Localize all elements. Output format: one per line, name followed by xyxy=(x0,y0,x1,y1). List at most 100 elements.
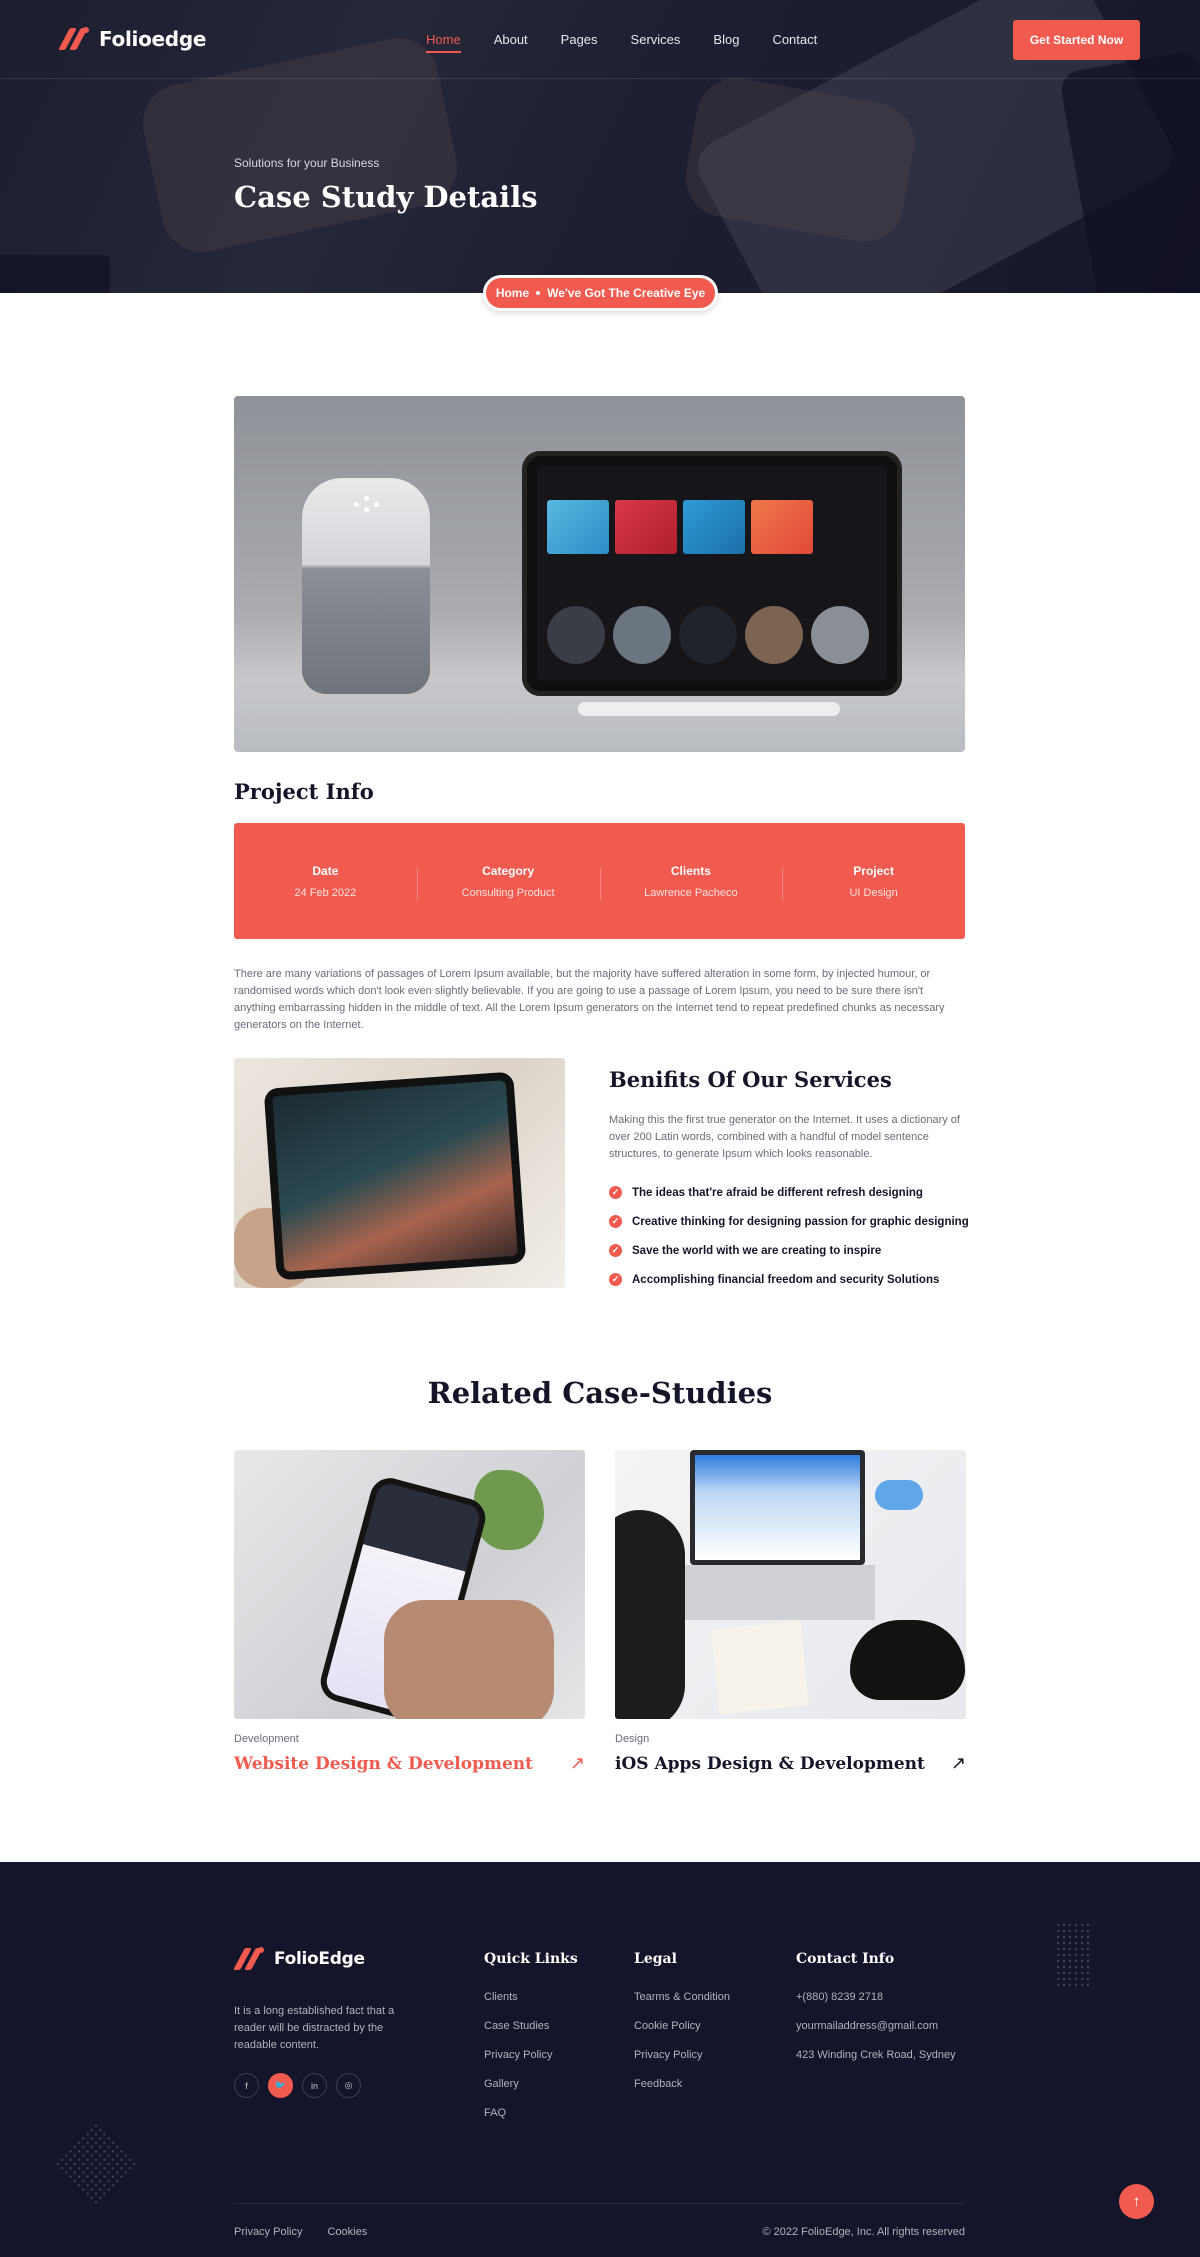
nav-contact[interactable]: Contact xyxy=(772,32,817,47)
benefit-text: Creative thinking for designing passion … xyxy=(632,1215,969,1228)
get-started-button[interactable]: Get Started Now xyxy=(1013,20,1140,60)
decorative-dot-grid xyxy=(1055,1922,1091,1990)
case-study-hero-image xyxy=(234,396,965,752)
top-navbar: Folioedge Home About Pages Services Blog… xyxy=(0,0,1200,79)
footer-quick-links: Quick Links Clients Case Studies Privacy… xyxy=(484,1951,578,2136)
breadcrumb-home-link[interactable]: Home xyxy=(496,286,529,300)
benefit-text: Accomplishing financial freedom and secu… xyxy=(632,1273,940,1286)
arrow-up-right-icon[interactable]: ↗ xyxy=(570,1753,585,1774)
info-label: Category xyxy=(482,863,535,878)
footer-link-gallery[interactable]: Gallery xyxy=(484,2078,578,2107)
breadcrumb-separator xyxy=(536,291,541,295)
footer-bottom-links: Privacy Policy Cookies xyxy=(234,2226,367,2238)
tablet-illustration xyxy=(263,1071,527,1281)
nav-pages[interactable]: Pages xyxy=(561,32,598,47)
hero-banner: Folioedge Home About Pages Services Blog… xyxy=(0,0,1200,293)
bottom-link-privacy[interactable]: Privacy Policy xyxy=(234,2226,302,2238)
footer-col-title: Quick Links xyxy=(484,1951,578,1967)
bottom-link-cookies[interactable]: Cookies xyxy=(327,2226,367,2238)
brand-logo[interactable]: Folioedge xyxy=(58,27,207,51)
smart-speaker-illustration xyxy=(302,478,430,694)
page-title: Case Study Details xyxy=(234,180,538,214)
footer-link-faq[interactable]: FAQ xyxy=(484,2107,578,2136)
footer-link-clients[interactable]: Clients xyxy=(484,1991,578,2020)
project-description: There are many variations of passages of… xyxy=(234,968,945,1031)
hero-subtitle: Solutions for your Business xyxy=(234,156,380,170)
check-icon: ✓ xyxy=(609,1186,622,1199)
footer-link-case-studies[interactable]: Case Studies xyxy=(484,2020,578,2049)
footer-col-title: Legal xyxy=(634,1951,677,1967)
breadcrumb: Home We've Got The Creative Eye xyxy=(483,275,718,311)
arrow-up-right-icon[interactable]: ↗ xyxy=(951,1753,966,1774)
info-clients: Clients Lawrence Pacheco xyxy=(599,863,783,900)
benefit-item: ✓ Save the world with we are creating to … xyxy=(609,1236,969,1265)
check-icon: ✓ xyxy=(609,1244,622,1257)
instagram-icon[interactable]: ◎ xyxy=(336,2073,361,2098)
main-menu: Home About Pages Services Blog Contact xyxy=(426,32,850,53)
nav-home[interactable]: Home xyxy=(426,32,461,53)
site-footer: FolioEdge It is a long established fact … xyxy=(0,1862,1200,2257)
footer-logo[interactable]: FolioEdge xyxy=(233,1947,365,1971)
benefit-item: ✓ The ideas that're afraid be different r… xyxy=(609,1178,969,1207)
related-card-category: Development xyxy=(234,1733,299,1745)
related-card-image[interactable] xyxy=(615,1450,966,1719)
benefits-image xyxy=(234,1058,565,1288)
benefits-heading: Benifits Of Our Services xyxy=(609,1067,892,1092)
footer-divider xyxy=(234,2203,965,2204)
related-card-title[interactable]: iOS Apps Design & Development xyxy=(615,1754,966,1774)
footer-email[interactable]: yourmailaddress@gmail.com xyxy=(796,2020,956,2049)
footer-about: It is a long established fact that a rea… xyxy=(234,2005,395,2051)
check-icon: ✓ xyxy=(609,1215,622,1228)
breadcrumb-current: We've Got The Creative Eye xyxy=(547,286,706,300)
footer-link-privacy[interactable]: Privacy Policy xyxy=(484,2049,578,2078)
benefit-text: Save the world with we are creating to i… xyxy=(632,1244,882,1257)
related-card-website[interactable]: Development Website Design & Development… xyxy=(234,1450,585,1774)
related-card-title[interactable]: Website Design & Development xyxy=(234,1754,585,1774)
nav-about[interactable]: About xyxy=(494,32,528,47)
footer-address: 423 Winding Crek Road, Sydney xyxy=(796,2049,956,2061)
project-info-heading: Project Info xyxy=(234,779,374,804)
footer-brand-name: FolioEdge xyxy=(274,1949,365,1969)
info-category: Category Consulting Product xyxy=(416,863,600,900)
info-value: Lawrence Pacheco xyxy=(644,886,738,899)
info-label: Project xyxy=(853,863,894,878)
benefit-item: ✓ Creative thinking for designing passion… xyxy=(609,1207,969,1236)
benefit-text: The ideas that're afraid be different re… xyxy=(632,1186,923,1199)
footer-link-privacy-policy[interactable]: Privacy Policy xyxy=(634,2049,730,2078)
copyright-text: © 2022 FolioEdge, Inc. All rights reserv… xyxy=(762,2226,965,2238)
scroll-to-top-button[interactable]: ↑ xyxy=(1119,2184,1154,2219)
info-date: Date 24 Feb 2022 xyxy=(234,864,417,899)
info-project: Project UI Design xyxy=(782,863,965,900)
nav-services[interactable]: Services xyxy=(631,32,681,47)
footer-legal: Legal Tearms & Condition Cookie Policy P… xyxy=(634,1951,730,2107)
check-icon: ✓ xyxy=(609,1273,622,1286)
related-heading: Related Case-Studies xyxy=(427,1376,773,1410)
stylus-illustration xyxy=(578,702,840,716)
footer-phone[interactable]: +(880) 8239 2718 xyxy=(796,1991,956,2020)
tablet-device-illustration xyxy=(522,451,902,696)
info-value: UI Design xyxy=(849,886,898,899)
footer-contact: Contact Info +(880) 8239 2718 yourmailad… xyxy=(796,1951,956,2078)
linkedin-icon[interactable]: in xyxy=(302,2073,327,2098)
footer-link-feedback[interactable]: Feedback xyxy=(634,2078,730,2107)
related-card-image[interactable] xyxy=(234,1450,585,1719)
decorative-dot-grid xyxy=(53,2121,139,2207)
related-card-category: Design xyxy=(615,1733,650,1745)
nav-blog[interactable]: Blog xyxy=(713,32,739,47)
brand-name: Folioedge xyxy=(99,27,207,51)
twitter-icon[interactable]: 🐦 xyxy=(268,2073,293,2098)
facebook-icon[interactable]: f xyxy=(234,2073,259,2098)
info-label: Clients xyxy=(670,863,711,878)
benefit-item: ✓ Accomplishing financial freedom and sec… xyxy=(609,1265,969,1294)
footer-link-cookie-policy[interactable]: Cookie Policy xyxy=(634,2020,730,2049)
logo-icon xyxy=(233,1947,266,1971)
benefits-text: Making this the first true generator on … xyxy=(609,1114,960,1160)
logo-icon xyxy=(58,27,91,51)
info-value: Consulting Product xyxy=(461,886,555,899)
info-value: 24 Feb 2022 xyxy=(294,886,357,899)
benefits-list: ✓ The ideas that're afraid be different r… xyxy=(609,1178,969,1294)
footer-link-terms[interactable]: Tearms & Condition xyxy=(634,1991,730,2020)
related-card-ios[interactable]: Design iOS Apps Design & Development ↗ xyxy=(615,1450,966,1774)
footer-col-title: Contact Info xyxy=(796,1951,895,1967)
info-label: Date xyxy=(312,863,339,878)
